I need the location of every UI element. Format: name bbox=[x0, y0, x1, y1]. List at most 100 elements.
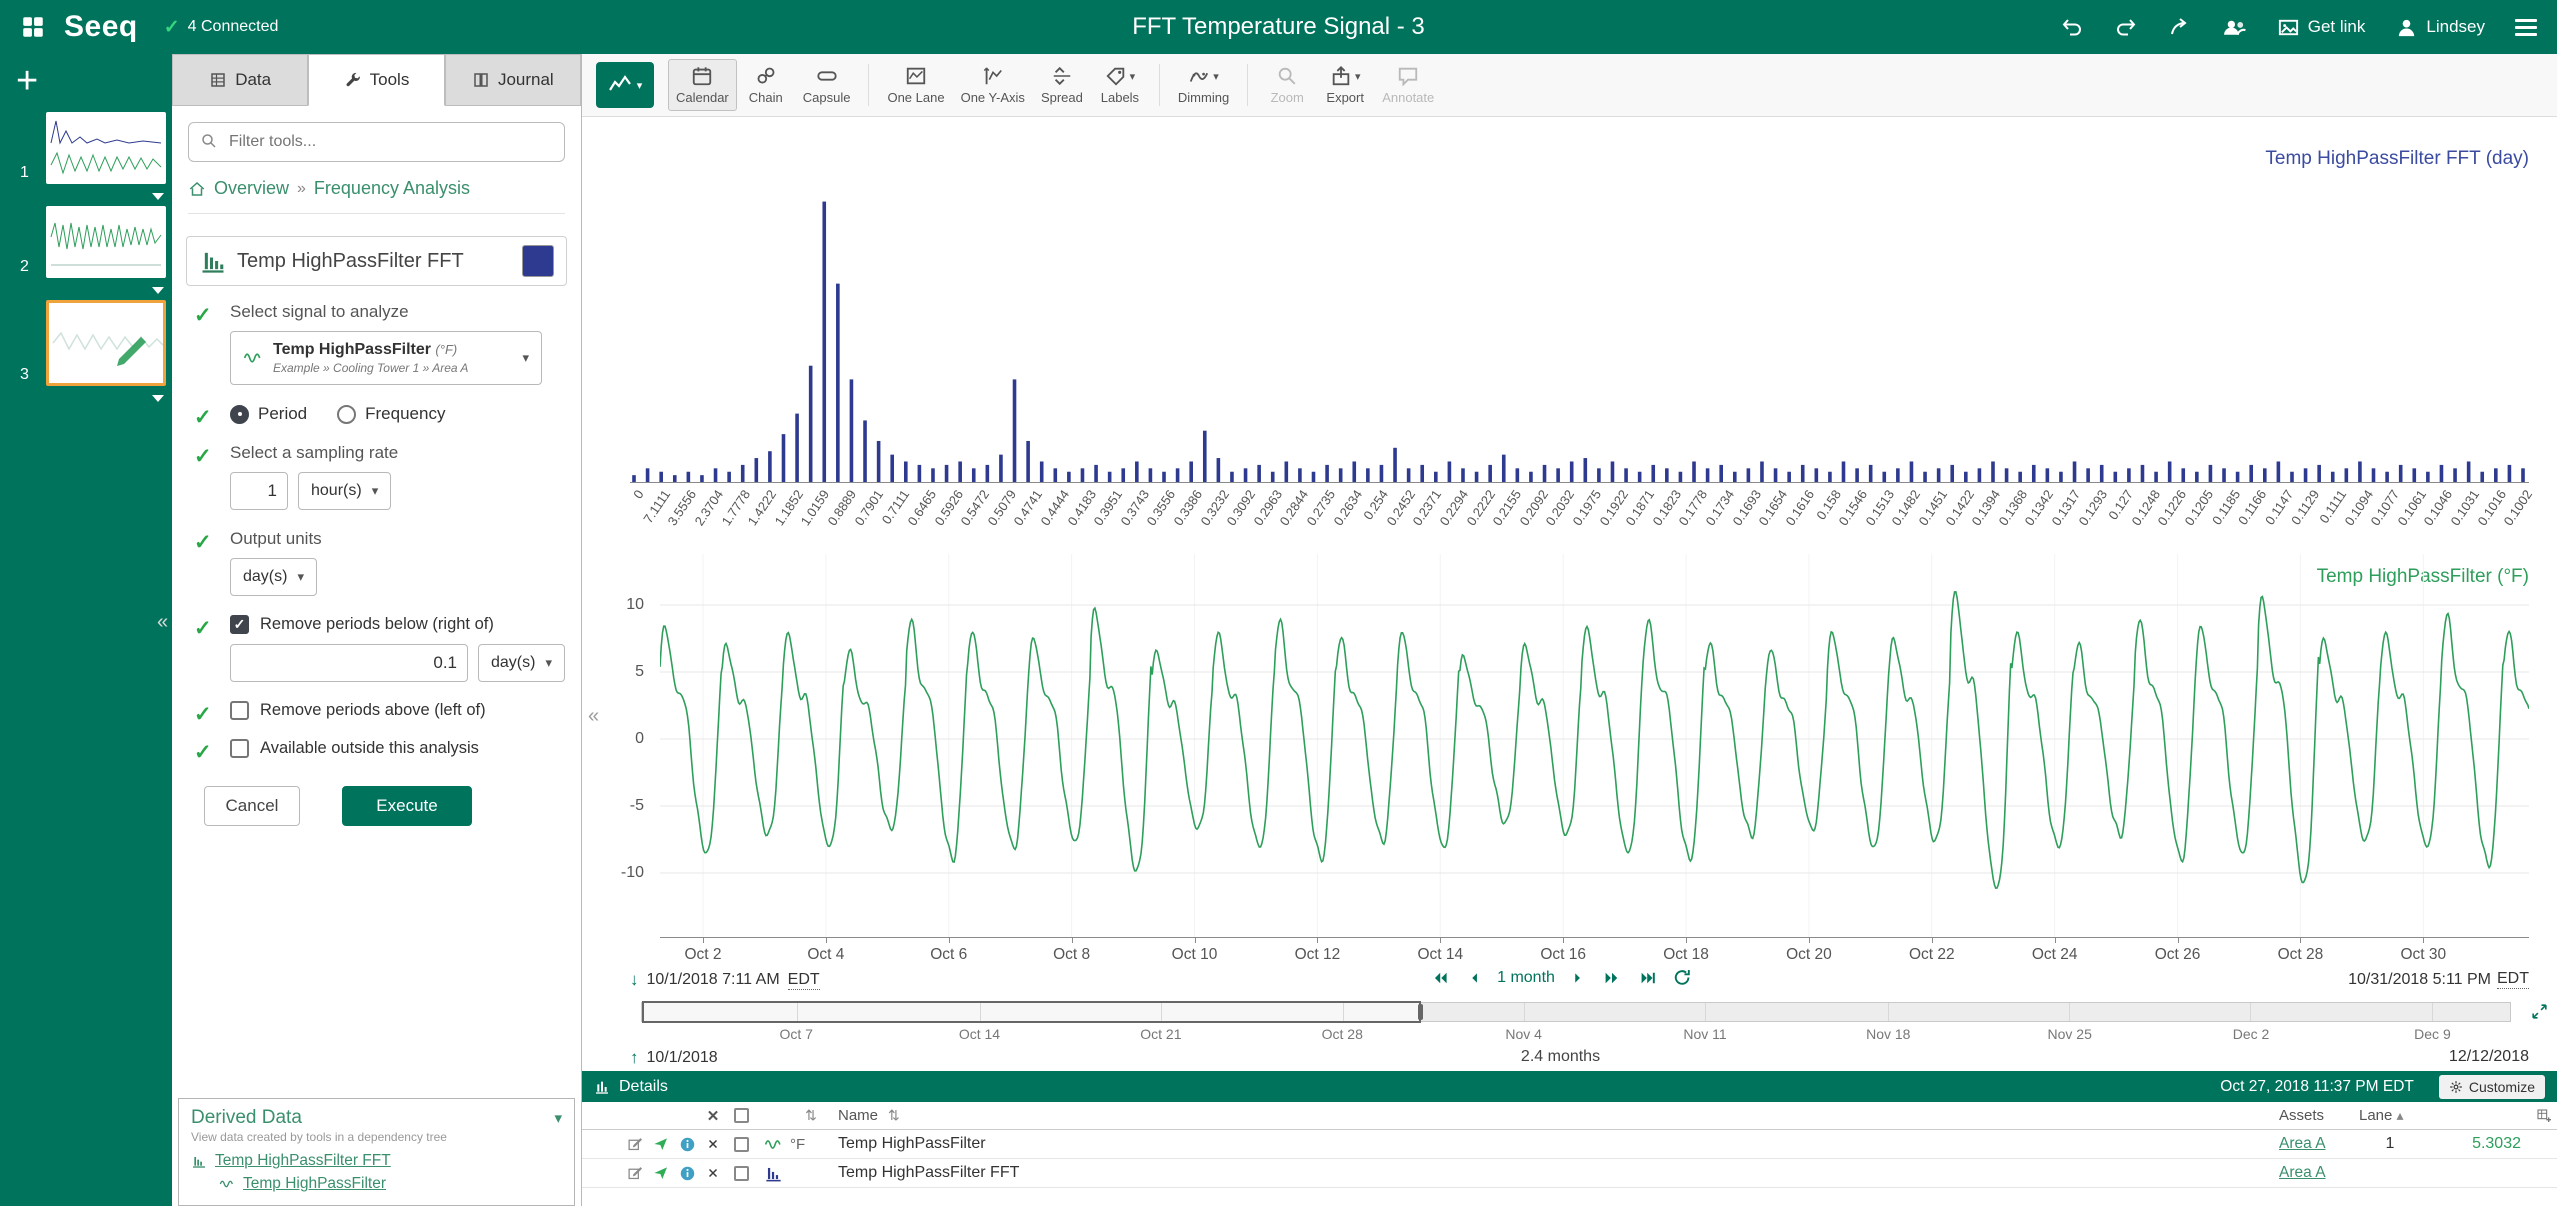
derived-data-header[interactable]: Derived Data ▾ bbox=[191, 1107, 562, 1129]
cancel-button[interactable]: Cancel bbox=[204, 786, 300, 826]
toolbar-button-chain[interactable]: Chain bbox=[737, 59, 795, 111]
item-name[interactable]: Temp HighPassFilter FFT bbox=[832, 1164, 2279, 1182]
derived-item-signal-link[interactable]: Temp HighPassFilter bbox=[243, 1175, 386, 1193]
collapse-tools-panel-handle[interactable]: « bbox=[588, 706, 599, 726]
tab-journal[interactable]: Journal bbox=[445, 54, 581, 106]
timeline-selected-range[interactable] bbox=[642, 1001, 1421, 1023]
expand-timeline-icon[interactable] bbox=[2530, 1002, 2549, 1021]
remove-all-column-header[interactable]: ✕ bbox=[700, 1107, 726, 1125]
toolbar-button-calendar[interactable]: Calendar bbox=[668, 59, 737, 111]
fft-chart[interactable] bbox=[630, 132, 2529, 483]
toolbar-button-one-y-axis[interactable]: One Y-Axis bbox=[953, 59, 1033, 111]
investigate-range-duration[interactable]: 2.4 months bbox=[1521, 1048, 1600, 1066]
customize-button[interactable]: Customize bbox=[2439, 1075, 2545, 1099]
asset-link[interactable]: Area A bbox=[2279, 1135, 2326, 1153]
worksheet-3-chevron-down-icon[interactable] bbox=[152, 395, 164, 402]
tab-tools[interactable]: Tools bbox=[308, 54, 444, 106]
investigate-range-start[interactable]: 10/1/2018 bbox=[647, 1049, 718, 1067]
toolbar-button-dimming[interactable]: ▾Dimming bbox=[1170, 59, 1237, 111]
signal-chart[interactable] bbox=[660, 554, 2529, 938]
output-unit-dropdown[interactable]: day(s) ▾ bbox=[230, 558, 317, 596]
worksheet-2-chevron-down-icon[interactable] bbox=[152, 287, 164, 294]
chevron-down-icon[interactable]: ▾ bbox=[554, 1109, 562, 1127]
worksheet-3-preview[interactable] bbox=[46, 300, 166, 386]
radio-dot[interactable] bbox=[337, 405, 356, 424]
select-all-checkbox[interactable] bbox=[734, 1108, 749, 1123]
toolbar-button-export[interactable]: ▾Export bbox=[1316, 59, 1374, 111]
user-menu[interactable]: Lindsey bbox=[2395, 16, 2485, 39]
remove-above-checkbox[interactable] bbox=[230, 701, 249, 720]
filter-tools-input[interactable] bbox=[188, 122, 565, 162]
step-back-fast-button[interactable] bbox=[1429, 969, 1451, 987]
toolbar-button-capsule[interactable]: Capsule bbox=[795, 59, 859, 111]
seeq-logo[interactable]: Seeq bbox=[64, 10, 138, 44]
sampling-rate-input[interactable] bbox=[230, 472, 288, 510]
remove-item-icon[interactable] bbox=[700, 1166, 726, 1180]
display-range-end[interactable]: 10/31/2018 5:11 PM bbox=[2348, 971, 2491, 989]
edit-item-icon[interactable] bbox=[622, 1136, 648, 1153]
signal-y-axis[interactable]: 1050-5-10 bbox=[582, 554, 652, 937]
execute-button[interactable]: Execute bbox=[342, 786, 472, 826]
collapse-worksheet-panel-handle[interactable]: « bbox=[157, 612, 168, 632]
worksheet-2-preview[interactable] bbox=[46, 206, 166, 278]
worksheet-1-chevron-down-icon[interactable] bbox=[152, 193, 164, 200]
trend-view-button[interactable]: ▾ bbox=[596, 62, 654, 108]
redo-icon[interactable] bbox=[2114, 15, 2138, 39]
step-forward-button[interactable] bbox=[1570, 969, 1586, 987]
derived-item-fft-link[interactable]: Temp HighPassFilter FFT bbox=[215, 1152, 391, 1170]
remove-item-icon[interactable] bbox=[700, 1137, 726, 1151]
edit-item-icon[interactable] bbox=[622, 1165, 648, 1182]
timeline-scrubber[interactable] bbox=[641, 1002, 2511, 1022]
add-column-icon[interactable] bbox=[2531, 1108, 2557, 1124]
asset-link[interactable]: Area A bbox=[2279, 1164, 2326, 1182]
worksheet-thumbnail-1[interactable]: 1 bbox=[46, 112, 166, 184]
step-forward-fast-button[interactable] bbox=[1601, 969, 1623, 987]
result-color-swatch[interactable] bbox=[522, 245, 554, 277]
step-to-end-button[interactable] bbox=[1638, 969, 1658, 987]
get-link-button[interactable]: Get link bbox=[2277, 16, 2366, 39]
remove-below-checkbox[interactable] bbox=[230, 615, 249, 634]
send-to-trend-icon[interactable] bbox=[648, 1136, 674, 1152]
worksheet-1-preview[interactable] bbox=[46, 112, 166, 184]
row-checkbox[interactable] bbox=[734, 1166, 749, 1181]
timezone-label[interactable]: EDT bbox=[788, 971, 820, 990]
tab-data[interactable]: Data bbox=[172, 54, 308, 106]
worksheet-thumbnail-2[interactable]: 2 bbox=[46, 206, 166, 278]
available-outside-checkbox[interactable] bbox=[230, 739, 249, 758]
share-icon[interactable] bbox=[2168, 15, 2192, 39]
info-icon[interactable] bbox=[674, 1136, 700, 1153]
connection-status[interactable]: ✓ 4 Connected bbox=[164, 16, 279, 39]
toolbar-button-labels[interactable]: ▾Labels bbox=[1091, 59, 1149, 111]
item-name[interactable]: Temp HighPassFilter bbox=[832, 1135, 2279, 1153]
derived-item-signal[interactable]: Temp HighPassFilter bbox=[219, 1175, 562, 1193]
display-range-start[interactable]: 10/1/2018 7:11 AM bbox=[647, 971, 780, 989]
hamburger-menu-icon[interactable] bbox=[2515, 15, 2537, 40]
name-column-header[interactable]: Name bbox=[838, 1107, 878, 1124]
remove-below-input[interactable] bbox=[230, 644, 468, 682]
users-icon[interactable] bbox=[2222, 15, 2247, 40]
duration-button[interactable]: 1 month bbox=[1497, 969, 1555, 987]
signal-select-dropdown[interactable]: Temp HighPassFilter (°F) Example » Cooli… bbox=[230, 331, 542, 385]
sort-icon[interactable]: ⇅ bbox=[888, 1107, 900, 1124]
period-radio[interactable]: Period bbox=[230, 404, 307, 424]
toolbar-button-spread[interactable]: Spread bbox=[1033, 59, 1091, 111]
assets-column-header[interactable]: Assets bbox=[2279, 1107, 2359, 1124]
sort-icon[interactable]: ⇅ bbox=[790, 1107, 832, 1124]
row-checkbox[interactable] bbox=[734, 1137, 749, 1152]
refresh-button[interactable] bbox=[1673, 968, 1692, 987]
frequency-radio[interactable]: Frequency bbox=[337, 404, 445, 424]
worksheet-thumbnail-3-active[interactable]: 3 bbox=[46, 300, 166, 386]
apps-grid-icon[interactable] bbox=[20, 14, 46, 40]
step-back-button[interactable] bbox=[1466, 969, 1482, 987]
timezone-label[interactable]: EDT bbox=[2497, 970, 2529, 989]
undo-icon[interactable] bbox=[2060, 15, 2084, 39]
add-worksheet-button[interactable]: + bbox=[16, 62, 52, 100]
investigate-range-end[interactable]: 12/12/2018 bbox=[2449, 1048, 2529, 1066]
sampling-unit-dropdown[interactable]: hour(s) ▾ bbox=[298, 472, 391, 510]
send-to-trend-icon[interactable] bbox=[648, 1165, 674, 1181]
home-icon[interactable] bbox=[188, 180, 206, 198]
signal-x-axis-labels[interactable]: Oct 2Oct 4Oct 6Oct 8Oct 10Oct 12Oct 14Oc… bbox=[660, 938, 2529, 964]
toolbar-button-one-lane[interactable]: One Lane bbox=[879, 59, 952, 111]
lane-column-header[interactable]: Lane ▴ bbox=[2359, 1107, 2421, 1124]
radio-dot[interactable] bbox=[230, 405, 249, 424]
